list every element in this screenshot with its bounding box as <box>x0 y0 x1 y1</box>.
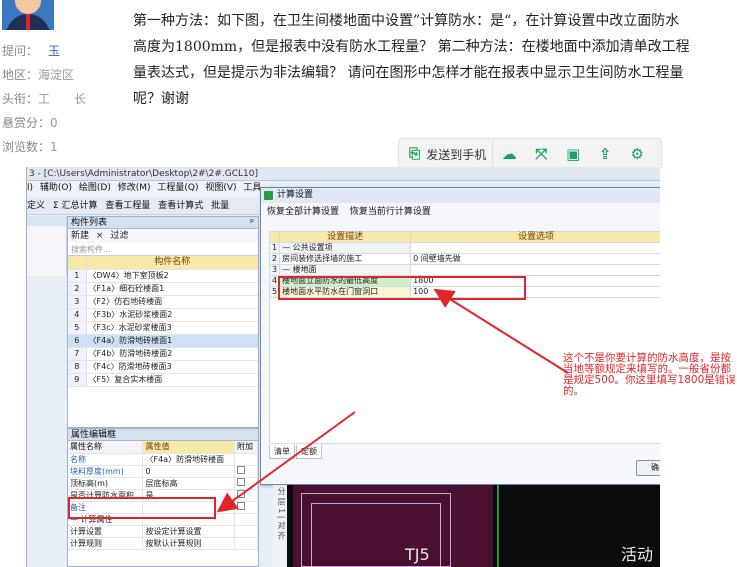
menu-item[interactable]: 工程量(Q) <box>157 183 198 193</box>
dialog-toolbar: 恢复全部计算设置 恢复当前行计算设置 <box>261 203 660 221</box>
side-strip: 分 层 1 | 对 齐 <box>273 485 287 567</box>
table-row[interactable]: 2 〈F1a〉细石砼楼面1 <box>68 282 258 296</box>
calc-settings-dialog: 计算设置 恢复全部计算设置 恢复当前行计算设置 设置描述 设置选项 1— 公共设置… <box>260 187 660 485</box>
delete-button[interactable]: × <box>96 231 104 241</box>
tab-quota[interactable]: 定额 <box>296 445 322 459</box>
toolbar-item[interactable]: 定义 <box>27 201 45 211</box>
cad-label: TJ5 <box>405 545 430 564</box>
save-icon[interactable]: ▣ <box>557 145 589 163</box>
window-title: 3 - [C:\Users\Administrator\Desktop\2#\2… <box>27 167 660 181</box>
component-search-input[interactable]: 搜索构件... <box>68 243 258 256</box>
restore-row-button[interactable]: 恢复当前行计算设置 <box>350 207 431 217</box>
expand-icon[interactable]: ⤧ <box>525 145 557 163</box>
axis-line <box>497 485 499 567</box>
table-row-selected[interactable]: 6 〈F4a〉防滑地砖楼面1 <box>68 334 258 348</box>
menu-item[interactable]: 视图(V) <box>205 183 236 193</box>
asker-row: 提问：玉 <box>2 44 61 58</box>
table-row[interactable]: 块料厚度(mm) 0 <box>68 465 258 478</box>
cad-drawing-area[interactable]: TJ5 活动 <box>287 485 660 567</box>
question-text: 第一种方法：如下图，在卫生间楼地面中设置”计算防水：是“，在计算设置中改立面防水… <box>133 13 690 107</box>
column-header: 构件名称 <box>86 256 258 270</box>
navigator-panel <box>27 216 67 276</box>
highlight-box-setting <box>278 276 526 300</box>
attribute-panel-title: 属性编辑框 <box>68 429 258 441</box>
cloud-icon[interactable]: ☁ <box>493 145 525 163</box>
restore-all-button[interactable]: 恢复全部计算设置 <box>267 207 339 217</box>
rank-row: 头衔：工 长 <box>2 92 87 106</box>
extra-checkbox[interactable] <box>237 489 245 498</box>
menu-item[interactable]: l) <box>27 183 33 193</box>
user-avatar[interactable] <box>2 0 54 30</box>
table-row[interactable]: 1 〈DW4〉地下室顶板2 <box>68 269 258 283</box>
views-row: 浏览数：1 <box>2 140 58 154</box>
table-row[interactable]: 2 房间装修选择墙的施工 0 间壁墙先做 <box>268 253 660 265</box>
table-row[interactable]: 8 〈F4c〉防滑地砖楼面3 <box>68 360 258 374</box>
new-button[interactable]: 新建 <box>71 231 89 241</box>
highlight-box-attribute <box>68 497 216 519</box>
ok-button[interactable]: 确 <box>636 460 660 476</box>
main-toolbar: 定义 Σ 汇总计算 查看工程量 查看计算式 批量 <box>27 197 267 215</box>
table-row[interactable]: 1— 公共设置项 <box>268 242 660 254</box>
table-row[interactable]: 9 〈F5〉复合实木楼面 <box>68 373 258 387</box>
send-to-phone-button[interactable]: ⎘ 发送到手机 <box>403 142 494 166</box>
attribute-table: 属性名称 属性值 附加 名称 〈F4a〉防滑地砖楼面 块料厚度(mm) 0 顶标高(… <box>68 441 258 550</box>
table-row[interactable]: 4 〈F3b〉水泥砂浆楼面2 <box>68 308 258 322</box>
tab-bill[interactable]: 清单 <box>269 445 295 459</box>
table-row[interactable]: 3— 楼地面 <box>268 264 660 276</box>
extra-checkbox[interactable] <box>237 501 245 510</box>
menu-bar: l) 辅助(O) 绘图(D) 修改(M) 工程量(Q) 视图(V) 工具(T) <box>27 181 267 208</box>
dialog-tabs: 清单 定额 <box>269 445 323 459</box>
toolbar-item[interactable]: 批量 <box>211 201 229 211</box>
extra-checkbox[interactable] <box>237 477 245 486</box>
asker-name-link[interactable]: 玉 <box>48 44 60 58</box>
dialog-title: 计算设置 <box>261 188 660 203</box>
table-row[interactable]: 名称 〈F4a〉防滑地砖楼面 <box>68 453 258 466</box>
share-bar: ⎘ 发送到手机 ☁ ⤧ ▣ ⇪ ⚙ <box>398 138 662 170</box>
filter-button[interactable]: 过滤 <box>110 231 128 241</box>
gear-icon[interactable]: ⚙ <box>621 145 653 163</box>
table-row[interactable]: 3 〈F2〉仿石地砖楼面 <box>68 295 258 309</box>
toolbar-item[interactable]: 查看计算式 <box>158 201 203 211</box>
toolbar-item[interactable]: Σ 汇总计算 <box>53 201 98 211</box>
menu-item[interactable]: 修改(M) <box>118 183 151 193</box>
extra-checkbox[interactable] <box>237 465 245 474</box>
annotation-note: 这个不是你要计算的防水高度，是按当地等额规定来填写的。一般省份都是规定500。你… <box>563 352 736 397</box>
share-icon[interactable]: ⇪ <box>589 145 621 163</box>
toolbar-item[interactable]: 查看工程量 <box>105 201 150 211</box>
pin-icon[interactable]: ᵖ <box>250 217 254 229</box>
component-table: 构件名称 1 〈DW4〉地下室顶板2 2 〈F1a〉细石砼楼面1 3 〈F2〉仿石地砖… <box>68 256 258 387</box>
region-row: 地区：海淀区 <box>2 68 75 82</box>
table-row[interactable]: 计算设置 按设定计算设置 <box>68 525 258 538</box>
cad-label: 活动 <box>621 545 654 564</box>
app-logo-icon <box>264 191 273 200</box>
component-tools: 新建 × 过滤 <box>68 229 258 243</box>
menu-item[interactable]: 绘图(D) <box>79 183 111 193</box>
phone-icon: ⎘ <box>409 146 421 162</box>
table-row[interactable]: 顶标高(m) 层底标高 <box>68 477 258 490</box>
table-row[interactable]: 5 〈F3c〉水泥砂浆楼面3 <box>68 321 258 335</box>
component-list-panel: 构件列表 ᵖ 新建 × 过滤 搜索构件... 构件名称 1 〈DW4〉地下室顶板2 … <box>67 216 259 428</box>
menu-item[interactable]: 辅助(O) <box>40 183 72 193</box>
table-row[interactable]: 7 〈F4b〉防滑地砖楼面2 <box>68 347 258 361</box>
table-row[interactable]: 计算规则 按默认计算规则 <box>68 537 258 550</box>
bounty-row: 悬赏分：0 <box>2 116 58 130</box>
component-list-title: 构件列表 ᵖ <box>68 217 258 229</box>
